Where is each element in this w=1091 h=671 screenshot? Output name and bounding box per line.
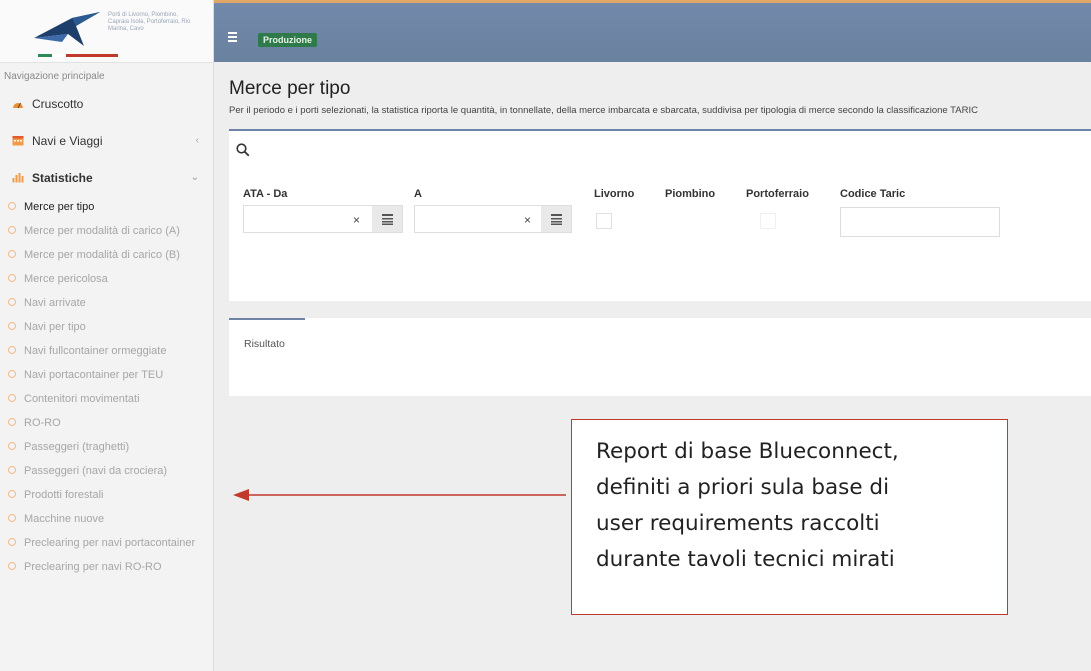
results-label: Risultato <box>244 338 285 350</box>
sidebar-subitem[interactable]: Prodotti forestali <box>0 484 213 508</box>
sidebar-subitem-label: Navi portacontainer per TEU <box>24 369 164 381</box>
filter-panel: ATA - Da A Livorno Piombino Portoferraio… <box>229 129 1091 301</box>
sidebar-subitem-label: Navi arrivate <box>24 297 86 309</box>
circle-icon <box>8 274 16 282</box>
page-title: Merce per tipo <box>229 78 351 99</box>
sidebar: Porti di Livorno, Piombino, Capraia Isol… <box>0 0 214 671</box>
sidebar-subitem[interactable]: Contenitori movimentati <box>0 388 213 412</box>
sidebar-subitem[interactable]: Navi portacontainer per TEU <box>0 364 213 388</box>
page-description: Per il periodo e i porti selezionati, la… <box>229 105 978 116</box>
circle-icon <box>8 562 16 570</box>
sidebar-subitem-label: Passeggeri (traghetti) <box>24 441 130 453</box>
sidebar-subitem-label: Macchine nuove <box>24 513 105 525</box>
flag-bar <box>38 54 118 57</box>
port-livorno-label: Livorno <box>594 188 635 200</box>
calendar-picker-icon[interactable] <box>541 206 571 232</box>
circle-icon <box>8 250 16 258</box>
calendar-picker-icon[interactable] <box>372 206 402 232</box>
circle-icon <box>8 466 16 474</box>
logo-mark-icon <box>34 12 100 46</box>
sidebar-subitem-label: Prodotti forestali <box>24 489 104 501</box>
sidebar-subitem[interactable]: RO-RO <box>0 412 213 436</box>
sidebar-item-navi-e-viaggi[interactable]: Navi e Viaggi ‹ <box>0 122 213 159</box>
sidebar-subitem[interactable]: Merce per modalità di carico (A) <box>0 220 213 244</box>
nav-heading: Navigazione principale <box>4 71 105 82</box>
calendar-icon <box>12 136 24 146</box>
sidebar-subitem-label: Merce pericolosa <box>24 273 108 285</box>
sidebar-subitem-label: Navi fullcontainer ormeggiate <box>24 345 167 357</box>
callout-line: definiti a priori sula base di <box>596 475 890 500</box>
circle-icon <box>8 202 16 210</box>
sidebar-item-cruscotto[interactable]: Cruscotto <box>0 85 213 122</box>
sidebar-subitem[interactable]: Navi arrivate <box>0 292 213 316</box>
annotation-callout: Report di base Blueconnect, definiti a p… <box>571 419 1008 615</box>
port-portoferraio-label: Portoferraio <box>746 188 809 200</box>
sidebar-item-label: Statistiche <box>32 170 93 185</box>
callout-line: user requirements raccolti <box>596 511 880 536</box>
sidebar-subitem[interactable]: Navi per tipo <box>0 316 213 340</box>
date-to-field[interactable]: × <box>414 205 572 233</box>
sidebar-subitem-label: Passeggeri (navi da crociera) <box>24 465 168 477</box>
sidebar-subitem[interactable]: Preclearing per navi RO-RO <box>0 556 213 580</box>
sidebar-subitem-label: Merce per modalità di carico (B) <box>24 249 180 261</box>
port-piombino-label: Piombino <box>665 188 716 200</box>
callout-line: durante tavoli tecnici mirati <box>596 547 895 572</box>
chevron-down-icon: ⌄ <box>190 172 199 183</box>
statistiche-submenu: Merce per tipo Merce per modalità di cari… <box>0 196 213 580</box>
search-icon[interactable] <box>236 143 250 157</box>
sidebar-subitem[interactable]: Merce pericolosa <box>0 268 213 292</box>
date-to-label: A <box>414 188 422 200</box>
sidebar-subitem-label: Merce per tipo <box>24 201 95 213</box>
sidebar-subitem-label: Preclearing per navi RO-RO <box>24 561 162 573</box>
sidebar-item-label: Navi e Viaggi <box>32 133 103 148</box>
circle-icon <box>8 322 16 330</box>
circle-icon <box>8 226 16 234</box>
circle-icon <box>8 538 16 546</box>
logo-text: Porti di Livorno, Piombino, Capraia Isol… <box>108 12 191 32</box>
sidebar-subitem-label: RO-RO <box>24 417 61 429</box>
logo[interactable]: Porti di Livorno, Piombino, Capraia Isol… <box>0 0 213 63</box>
top-bar: Produzione <box>214 0 1091 62</box>
circle-icon <box>8 418 16 426</box>
hamburger-menu-icon[interactable] <box>228 32 237 44</box>
sidebar-subitem[interactable]: Passeggeri (traghetti) <box>0 436 213 460</box>
date-from-label: ATA - Da <box>243 188 288 200</box>
circle-icon <box>8 298 16 306</box>
port-livorno-checkbox[interactable] <box>596 213 612 229</box>
dashboard-icon <box>13 102 23 109</box>
callout-line: Report di base Blueconnect, <box>596 439 899 464</box>
date-from-field[interactable]: × <box>243 205 403 233</box>
results-tab-indicator <box>229 318 305 320</box>
sidebar-subitem-label: Merce per modalità di carico (A) <box>24 225 180 237</box>
sidebar-subitem-label: Contenitori movimentati <box>24 393 140 405</box>
clear-icon[interactable]: × <box>524 213 531 227</box>
sidebar-subitem[interactable]: Macchine nuove <box>0 508 213 532</box>
circle-icon <box>8 370 16 378</box>
sidebar-subitem[interactable]: Preclearing per navi portacontainer <box>0 532 213 556</box>
port-portoferraio-checkbox[interactable] <box>760 213 776 229</box>
taric-code-input[interactable] <box>840 207 1000 237</box>
sidebar-item-label: Cruscotto <box>32 96 84 111</box>
sidebar-item-statistiche[interactable]: Statistiche ⌄ <box>0 159 213 196</box>
environment-badge: Produzione <box>258 33 317 47</box>
chevron-left-icon: ‹ <box>195 135 199 146</box>
circle-icon <box>8 394 16 402</box>
taric-code-label: Codice Taric <box>840 188 906 200</box>
sidebar-subitem[interactable]: Merce per modalità di carico (B) <box>0 244 213 268</box>
sidebar-subitem[interactable]: Navi fullcontainer ormeggiate <box>0 340 213 364</box>
circle-icon <box>8 490 16 498</box>
sidebar-subitem-label: Navi per tipo <box>24 321 86 333</box>
bar-chart-icon <box>12 173 24 183</box>
sidebar-subitem-label: Preclearing per navi portacontainer <box>24 537 196 549</box>
circle-icon <box>8 346 16 354</box>
clear-icon[interactable]: × <box>353 213 360 227</box>
results-panel: Risultato <box>229 318 1091 396</box>
circle-icon <box>8 514 16 522</box>
sidebar-subitem[interactable]: Passeggeri (navi da crociera) <box>0 460 213 484</box>
sidebar-subitem[interactable]: Merce per tipo <box>0 196 213 220</box>
circle-icon <box>8 442 16 450</box>
